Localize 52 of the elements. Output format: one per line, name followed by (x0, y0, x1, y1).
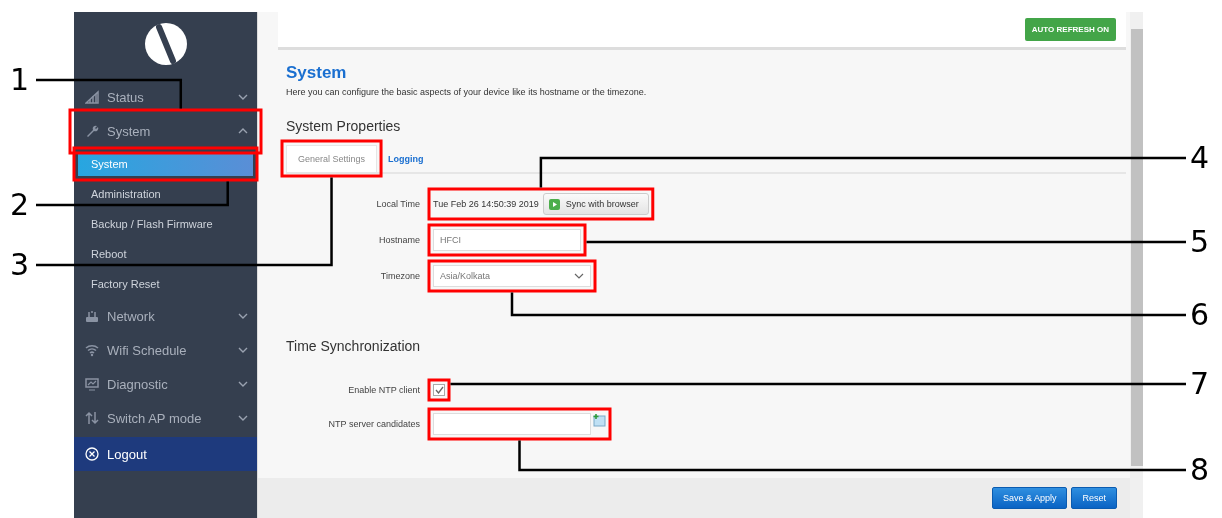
callout-number: 4 (1190, 139, 1210, 177)
callout-number: 2 (10, 186, 30, 224)
sidebar-item[interactable]: Switch AP mode (74, 401, 257, 435)
chevron-down-icon (574, 272, 584, 280)
check-icon (434, 386, 444, 394)
callout-number: 7 (1190, 365, 1210, 403)
sidebar-item[interactable]: Status (74, 80, 257, 114)
page-title: System (286, 63, 348, 83)
field-label: Hostname (378, 235, 420, 245)
section-heading: System Properties (286, 118, 402, 134)
callout-number: 1 (10, 61, 30, 99)
sync-button[interactable]: Sync with browser (542, 193, 649, 215)
callout-number: 3 (10, 246, 30, 284)
callout-frame (427, 378, 451, 402)
scrollbar[interactable] (1130, 12, 1143, 518)
page-description: Here you can configure the basic aspects of your device like its hostname or the timezone. (286, 87, 648, 97)
auto-refresh-button[interactable]: AUTO REFRESH ON (1024, 18, 1116, 41)
wifi-icon (85, 343, 99, 357)
wrench-icon (85, 124, 99, 138)
checkbox[interactable] (433, 384, 445, 396)
monitor-icon (85, 377, 99, 391)
server-input-field[interactable] (433, 413, 591, 435)
callout-number: 5 (1190, 223, 1210, 261)
chart-icon (85, 90, 99, 104)
action-button[interactable]: Reset (1071, 487, 1117, 509)
sidebar-subitem[interactable]: Reboot (78, 242, 253, 266)
sidebar-subitem[interactable]: Administration (78, 182, 253, 206)
time-value: Tue Feb 26 14:50:39 2019 (433, 199, 539, 209)
tab[interactable]: Logging (377, 146, 435, 172)
sidebar-subitem[interactable]: Factory Reset (78, 272, 253, 296)
arrows-icon (85, 411, 99, 425)
sidebar-item[interactable]: Diagnostic (74, 367, 257, 401)
play-icon (548, 198, 560, 210)
sidebar-subitem[interactable]: Backup / Flash Firmware (78, 212, 253, 236)
sidebar-item[interactable]: Network (74, 299, 257, 333)
logout-button[interactable]: Logout (74, 437, 257, 471)
close-circle-icon (85, 447, 99, 461)
logo-icon (142, 21, 189, 67)
section-heading: Time Synchronization (286, 338, 422, 354)
hostname-field[interactable]: HFCI (433, 229, 581, 251)
action-button[interactable]: Save & Apply (991, 487, 1068, 509)
callout-number: 6 (1190, 296, 1210, 334)
sidebar-item[interactable]: Wifi Schedule (74, 333, 257, 367)
field-label: NTP server candidates (328, 419, 420, 429)
router-icon (85, 309, 99, 323)
callout-number: 8 (1190, 451, 1210, 489)
field-label: Enable NTP client (348, 385, 420, 395)
timezone-dropdown[interactable]: Asia/Kolkata (433, 265, 591, 287)
field-label: Timezone (380, 271, 420, 281)
field-label: Local Time (376, 199, 420, 209)
add-icon (593, 414, 606, 427)
tab[interactable]: General Settings (286, 145, 378, 172)
